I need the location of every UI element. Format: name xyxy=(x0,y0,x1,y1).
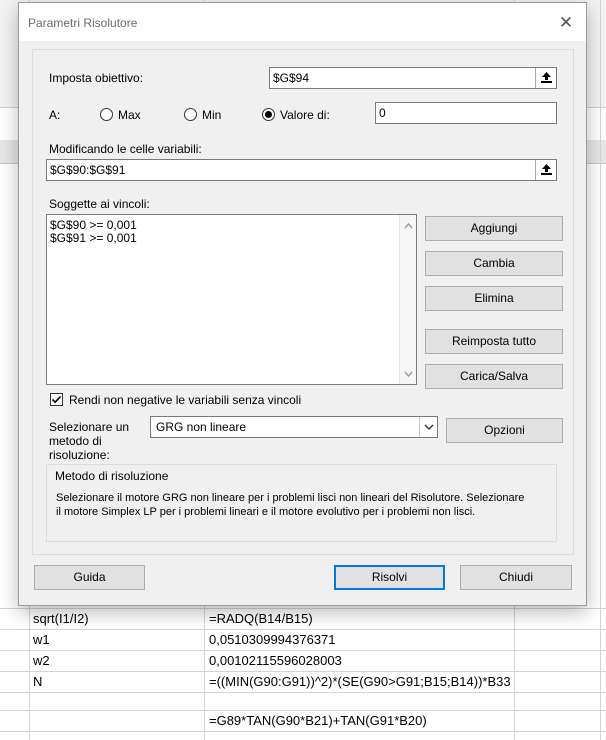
changing-cells-label: Modificando le celle variabili: xyxy=(49,142,202,156)
radio-max[interactable] xyxy=(100,108,113,121)
cell-a-label[interactable]: w2 xyxy=(33,651,50,671)
add-constraint-button[interactable]: Aggiungi xyxy=(425,216,563,241)
set-objective-value: $G$94 xyxy=(273,71,310,85)
range-select-icon xyxy=(541,164,552,175)
radio-value-of-label: Valore di: xyxy=(280,108,330,122)
help-button[interactable]: Guida xyxy=(34,565,145,590)
method-description: Selezionare il motore GRG non lineare pe… xyxy=(56,492,525,504)
radio-value-of[interactable] xyxy=(262,108,275,121)
solving-method-select[interactable]: GRG non lineare xyxy=(150,416,438,438)
select-method-label: risoluzione: xyxy=(49,448,110,462)
changing-cells-value: $G$90:$G$91 xyxy=(50,163,126,177)
dialog-titlebar: Parametri Risolutore ✕ xyxy=(19,3,586,41)
cell-b-value[interactable]: =RADQ(B14/B15) xyxy=(209,609,313,629)
radio-min-label: Min xyxy=(202,108,222,122)
changing-cells-input[interactable]: $G$90:$G$91 xyxy=(46,159,557,181)
dialog-title: Parametri Risolutore xyxy=(28,16,138,30)
cell-b-value[interactable]: 0,00102115596028003 xyxy=(209,651,342,671)
solving-method-value: GRG non lineare xyxy=(156,420,247,434)
parameters-panel: Imposta obiettivo: $G$94 A: Max Min Valo… xyxy=(32,49,574,555)
value-of-input[interactable]: 0 xyxy=(375,102,557,124)
delete-constraint-button[interactable]: Elimina xyxy=(425,286,563,311)
radio-min[interactable] xyxy=(184,108,197,121)
cell-a-label[interactable]: w1 xyxy=(33,630,50,650)
grid-row-line xyxy=(0,692,606,693)
value-of-value: 0 xyxy=(379,106,386,120)
collapse-ref-button[interactable] xyxy=(535,160,556,180)
collapse-ref-button[interactable] xyxy=(535,68,556,88)
set-objective-label: Imposta obiettivo: xyxy=(49,71,144,85)
cell-b-value[interactable]: =G89*TAN(G90*B21)+TAN(G91*B20) xyxy=(209,711,427,731)
select-method-label: Selezionare un xyxy=(49,420,130,434)
cell-a-label[interactable]: sqrt(I1/I2) xyxy=(33,609,89,629)
options-button[interactable]: Opzioni xyxy=(446,418,563,443)
reset-all-button[interactable]: Reimposta tutto xyxy=(425,329,563,354)
close-icon[interactable]: ✕ xyxy=(554,11,578,35)
scroll-arrows-icon xyxy=(404,222,413,378)
method-group-title: Metodo di risoluzione xyxy=(55,469,169,483)
grid-row-line xyxy=(0,731,606,732)
nonneg-checkbox-label: Rendi non negative le variabili senza vi… xyxy=(69,393,302,407)
load-save-button[interactable]: Carica/Salva xyxy=(425,364,563,389)
set-objective-input[interactable]: $G$94 xyxy=(269,67,557,89)
to-label: A: xyxy=(49,108,61,122)
constraints-scrollbar[interactable] xyxy=(399,215,416,384)
checkmark-icon xyxy=(51,395,62,404)
close-button[interactable]: Chiudi xyxy=(460,565,572,590)
radio-max-label: Max xyxy=(118,108,141,122)
change-constraint-button[interactable]: Cambia xyxy=(425,251,563,276)
cell-a-label[interactable]: N xyxy=(33,672,42,692)
constraints-label: Soggette ai vincoli: xyxy=(49,197,150,211)
range-select-icon xyxy=(541,72,552,83)
solving-method-group: Metodo di risoluzione Selezionare il mot… xyxy=(46,464,557,542)
solver-parameters-dialog: Parametri Risolutore ✕ Imposta obiettivo… xyxy=(18,2,587,606)
select-method-label: metodo di xyxy=(49,434,102,448)
nonneg-checkbox[interactable] xyxy=(50,393,63,406)
constraint-item[interactable]: $G$91 >= 0,001 xyxy=(50,232,137,245)
chevron-down-icon[interactable] xyxy=(419,417,437,437)
cell-b-value[interactable]: 0,0510309994376371 xyxy=(209,630,336,650)
solve-button[interactable]: Risolvi xyxy=(334,565,445,590)
method-description: il motore Simplex LP per i problemi line… xyxy=(56,506,476,518)
constraints-list[interactable]: $G$90 >= 0,001 $G$91 >= 0,001 xyxy=(46,214,417,385)
cell-b-value[interactable]: =((MIN(G90:G91))^2)*(SE(G90>G91;B15;B14)… xyxy=(209,672,511,692)
